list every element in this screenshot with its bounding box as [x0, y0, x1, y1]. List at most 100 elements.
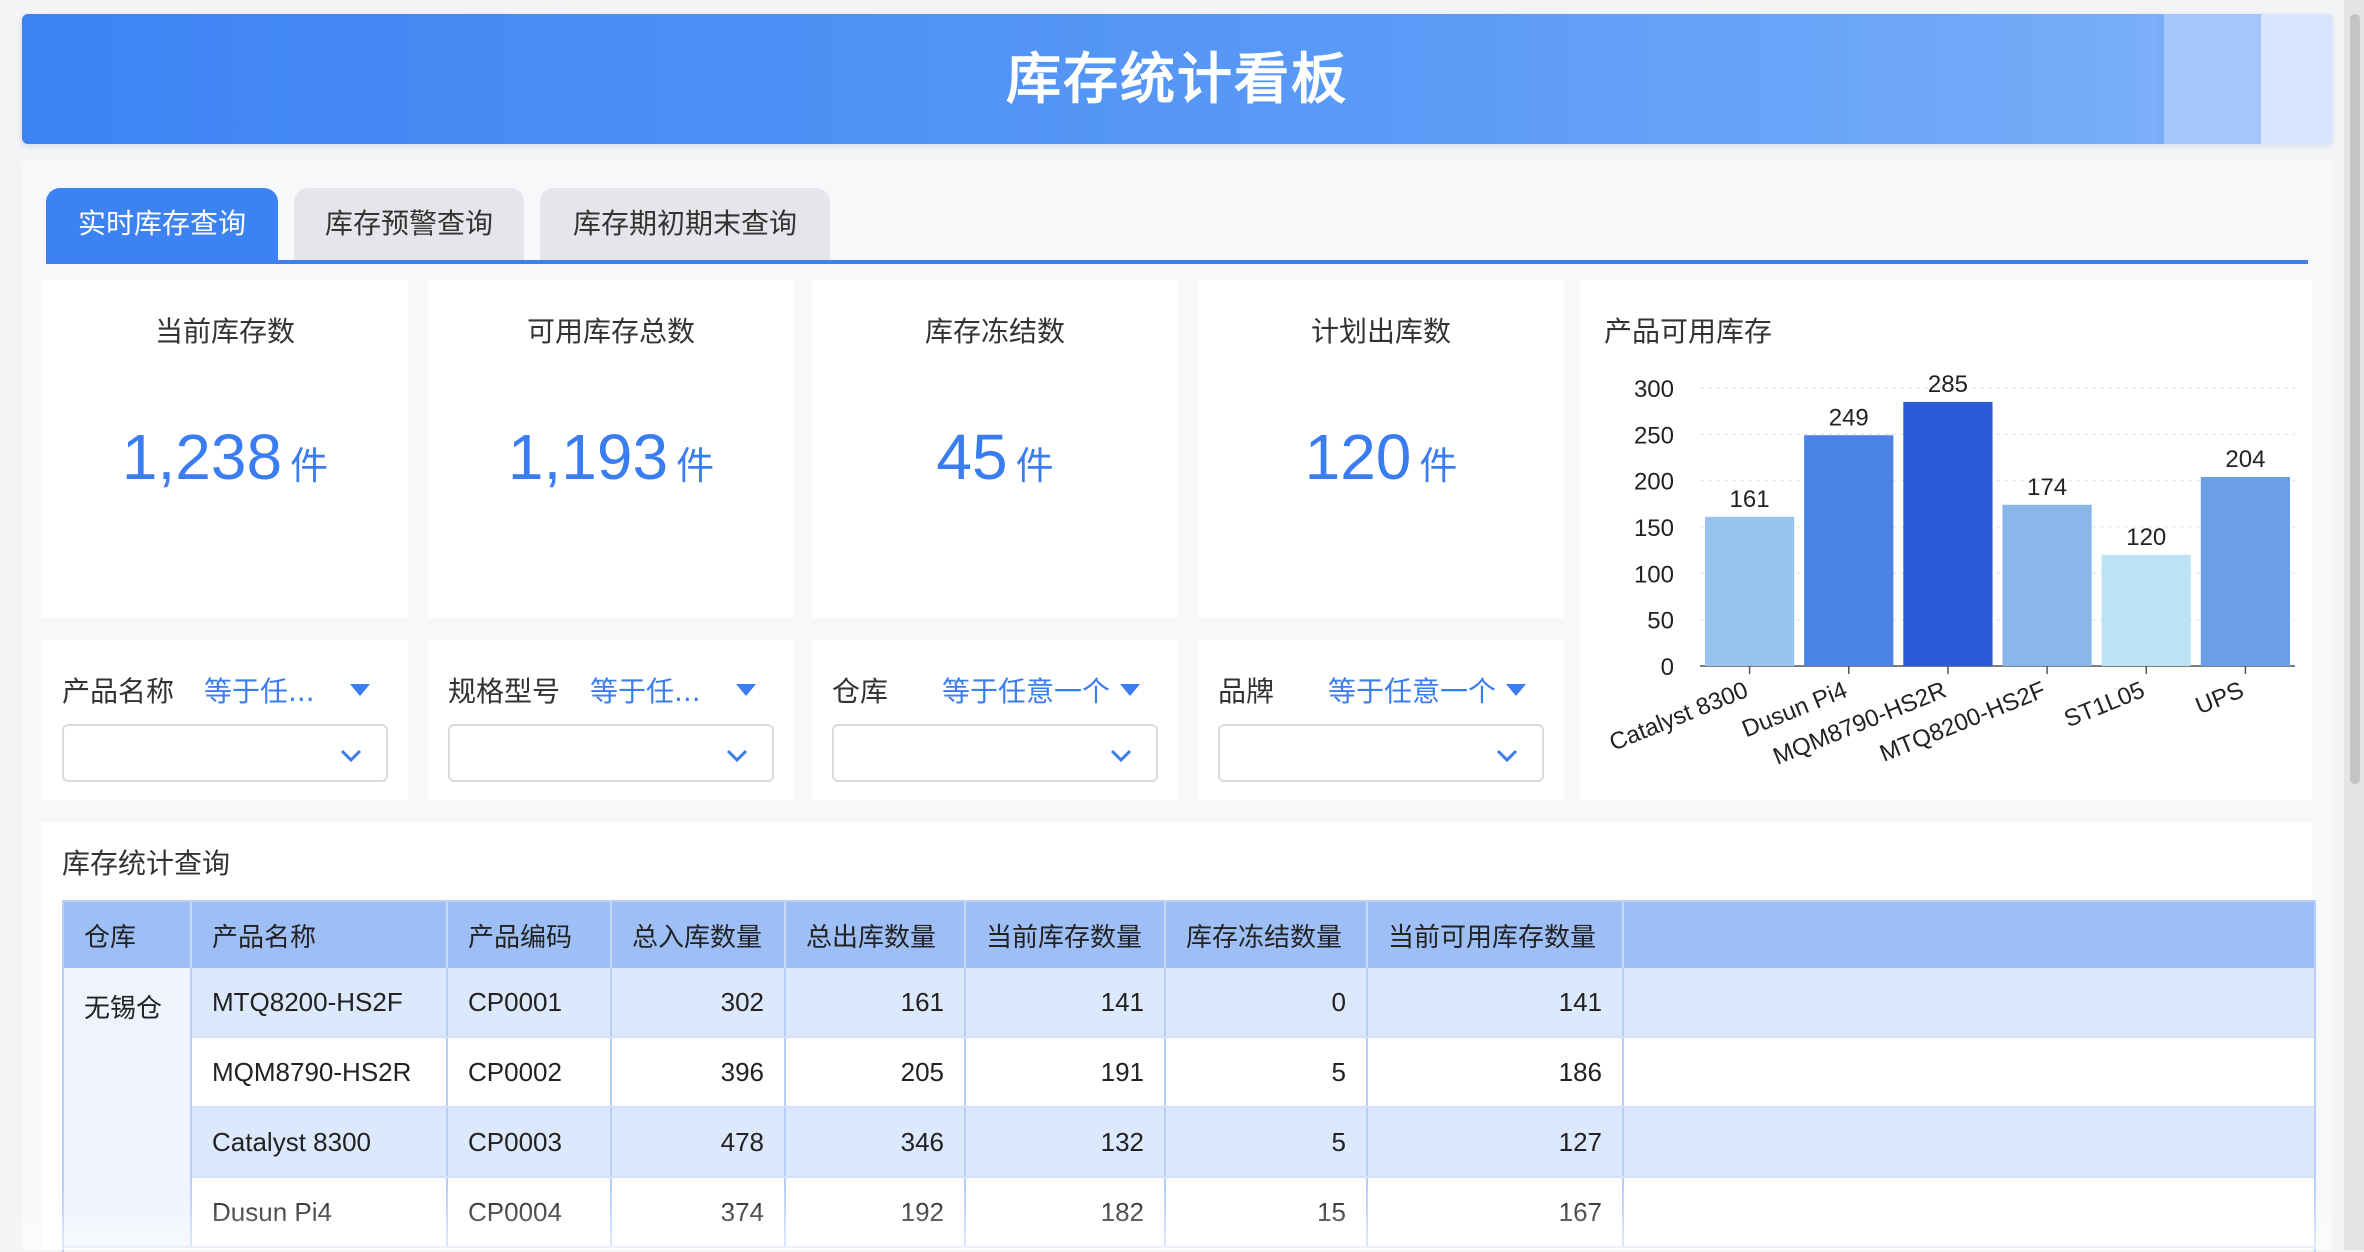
table-cell: CP0002	[447, 1037, 612, 1108]
table-cell: 374	[611, 1177, 786, 1248]
data-label: 120	[2126, 524, 2166, 551]
filter-operator[interactable]: 等于任意一个	[942, 670, 1110, 710]
table-cell: 15	[1165, 1177, 1368, 1248]
chart-card: 产品可用库存 0 50 100 150 200 250 300 161 Catalyst 830…	[1580, 280, 2312, 800]
filter-label: 仓库	[832, 675, 889, 708]
bar-chart: 050100150200250300161Catalyst 8300249Dus…	[1606, 371, 2295, 771]
table-cell: 302	[611, 968, 786, 1038]
filter-brand: 品牌 等于任意一个	[1198, 640, 1564, 800]
caret-down-icon[interactable]	[1120, 684, 1140, 696]
inventory-table-wrapper: 仓库 产品名称 产品编码 总入库数量 总出库数量 当前库存数量 库存冻结数量 当…	[62, 900, 2316, 1252]
column-header-empty	[1623, 902, 2314, 968]
column-header: 总出库数量	[785, 902, 966, 968]
scrollbar-thumb[interactable]	[2350, 14, 2360, 784]
tab-bar: 实时库存查询 库存预警查询 库存期初期末查询	[46, 188, 2308, 264]
table-cell: 127	[1367, 1107, 1624, 1178]
table-cell: MTQ8200-HS2F	[191, 968, 448, 1038]
filter-label: 品牌	[1218, 675, 1275, 708]
y-tick-label: 0	[1661, 654, 1674, 681]
kpi-title: 可用库存总数	[526, 315, 695, 348]
tab-realtime-inventory[interactable]: 实时库存查询	[46, 188, 278, 260]
caret-down-icon[interactable]	[350, 684, 370, 696]
brand-select[interactable]	[1218, 724, 1544, 782]
table-cell: MQM8790-HS2R	[191, 1037, 448, 1108]
table-cell: 141	[965, 968, 1166, 1038]
scrollbar-track[interactable]	[2344, 0, 2364, 1250]
x-tick-label: Catalyst 8300	[1606, 677, 1752, 757]
table-cell: Dusun Pi4	[191, 1177, 448, 1248]
caret-down-icon[interactable]	[736, 684, 756, 696]
table-cell: 5	[1165, 1037, 1368, 1108]
table-cell: 161	[785, 968, 966, 1038]
page-title: 库存统计看板	[1005, 47, 1348, 111]
filter-spec-model: 规格型号 等于任...	[428, 640, 794, 800]
table-row[interactable]: MQM8790-HS2R CP0002 396 205 191 5 186	[64, 1037, 2314, 1108]
data-label: 285	[1928, 371, 1968, 398]
table-cell: 191	[965, 1037, 1166, 1108]
data-label: 204	[2225, 446, 2265, 473]
table-cell-empty	[1623, 1037, 2314, 1108]
filter-label: 产品名称	[62, 675, 175, 708]
y-tick-label: 300	[1634, 376, 1674, 403]
table-cell: CP0004	[447, 1177, 612, 1248]
column-header: 仓库	[64, 902, 192, 968]
caret-down-icon[interactable]	[1506, 684, 1526, 696]
y-tick-label: 200	[1634, 469, 1674, 496]
kpi-title: 库存冻结数	[924, 315, 1065, 348]
data-label: 161	[1730, 486, 1770, 513]
table-cell-empty	[1623, 1107, 2314, 1178]
chart-bar	[2200, 476, 2291, 666]
table-row[interactable]: Dusun Pi4 CP0004 374 192 182 15 167	[64, 1177, 2314, 1248]
kpi-value: 1,238 件	[121, 421, 329, 493]
kpi-value: 1,193 件	[507, 421, 715, 493]
filter-operator[interactable]: 等于任...	[204, 670, 315, 710]
y-tick-label: 100	[1634, 561, 1674, 588]
warehouse-cell: 无锡仓	[64, 968, 192, 1248]
product-name-select[interactable]	[62, 724, 388, 782]
table-row[interactable]: 无锡仓 MTQ8200-HS2F CP0001 302 161 141 0 14…	[64, 968, 2314, 1248]
x-tick-label: ST1L05	[2060, 677, 2148, 734]
table-cell: 396	[611, 1037, 786, 1108]
table-header-row: 仓库 产品名称 产品编码 总入库数量 总出库数量 当前库存数量 库存冻结数量 当…	[64, 902, 2314, 968]
filter-warehouse: 仓库 等于任意一个	[812, 640, 1178, 800]
tab-period-inventory[interactable]: 库存期初期末查询	[540, 188, 830, 260]
chart-bar	[1704, 516, 1795, 666]
table-cell: 186	[1367, 1037, 1624, 1108]
filter-operator[interactable]: 等于任意一个	[1328, 670, 1496, 710]
column-header: 库存冻结数量	[1165, 902, 1368, 968]
dashboard-header: 库存统计看板	[22, 14, 2332, 144]
spec-model-select[interactable]	[448, 724, 774, 782]
y-tick-label: 250	[1634, 422, 1674, 449]
kpi-card-planned-outbound: 计划出库数 120 件	[1198, 280, 1564, 618]
y-tick-label: 50	[1647, 608, 1674, 635]
data-label: 174	[2027, 474, 2067, 501]
table-cell: 5	[1165, 1107, 1368, 1178]
tab-inventory-warning[interactable]: 库存预警查询	[294, 188, 524, 260]
chevron-down-icon	[340, 749, 362, 763]
table-cell: 478	[611, 1107, 786, 1178]
table-cell: 205	[785, 1037, 966, 1108]
column-header: 总入库数量	[611, 902, 786, 968]
data-label: 249	[1829, 404, 1869, 431]
table-cell: 0	[1165, 968, 1368, 1038]
column-header: 当前可用库存数量	[1367, 902, 1624, 968]
kpi-card-available-stock: 可用库存总数 1,193 件	[428, 280, 794, 618]
inventory-table: 仓库 产品名称 产品编码 总入库数量 总出库数量 当前库存数量 库存冻结数量 当…	[64, 902, 2314, 1248]
chevron-down-icon	[726, 749, 748, 763]
kpi-title: 计划出库数	[1310, 315, 1451, 348]
table-cell: Catalyst 8300	[191, 1107, 448, 1178]
table-cell: 182	[965, 1177, 1166, 1248]
filter-label: 规格型号	[448, 675, 561, 708]
column-header: 产品编码	[447, 902, 612, 968]
table-row[interactable]: Catalyst 8300 CP0003 478 346 132 5 127	[64, 1107, 2314, 1178]
chart-bar	[1804, 435, 1894, 666]
chart-bar	[1903, 401, 1993, 666]
table-cell: 346	[785, 1107, 966, 1178]
kpi-card-current-stock: 当前库存数 1,238 件	[42, 280, 408, 618]
x-tick-label: UPS	[2192, 677, 2248, 721]
table-cell: 141	[1367, 968, 1624, 1038]
chevron-down-icon	[1496, 749, 1518, 763]
warehouse-select[interactable]	[832, 724, 1158, 782]
kpi-title: 当前库存数	[154, 315, 295, 348]
filter-operator[interactable]: 等于任...	[590, 670, 701, 710]
